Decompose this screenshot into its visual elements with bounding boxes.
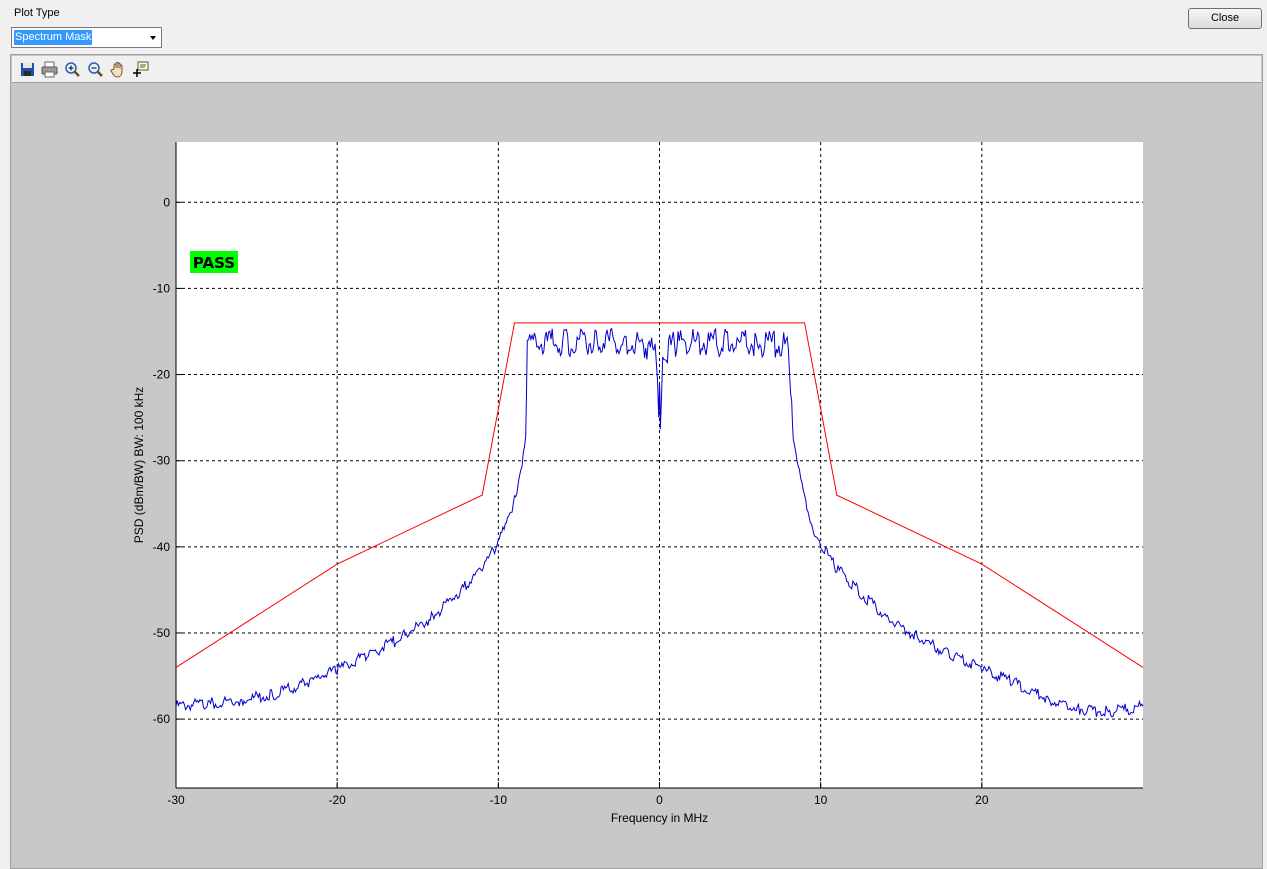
x-tick-label: 20 (975, 793, 989, 807)
y-tick-label: 0 (163, 195, 170, 209)
y-tick-label: -10 (153, 281, 171, 295)
y-axis-label: PSD (dBm/BW) BW: 100 kHz (132, 387, 146, 543)
x-tick-label: -20 (328, 793, 346, 807)
x-tick-label: -10 (490, 793, 508, 807)
x-axis-label: Frequency in MHz (611, 811, 708, 825)
x-tick-label: -30 (167, 793, 185, 807)
y-tick-label: -50 (153, 626, 171, 640)
pass-badge-text: PASS (193, 254, 235, 272)
x-tick-label: 10 (814, 793, 828, 807)
y-tick-label: -40 (153, 540, 171, 554)
y-tick-label: -60 (153, 712, 171, 726)
y-tick-label: -30 (153, 454, 171, 468)
y-tick-label: -20 (153, 368, 171, 382)
x-tick-label: 0 (656, 793, 663, 807)
